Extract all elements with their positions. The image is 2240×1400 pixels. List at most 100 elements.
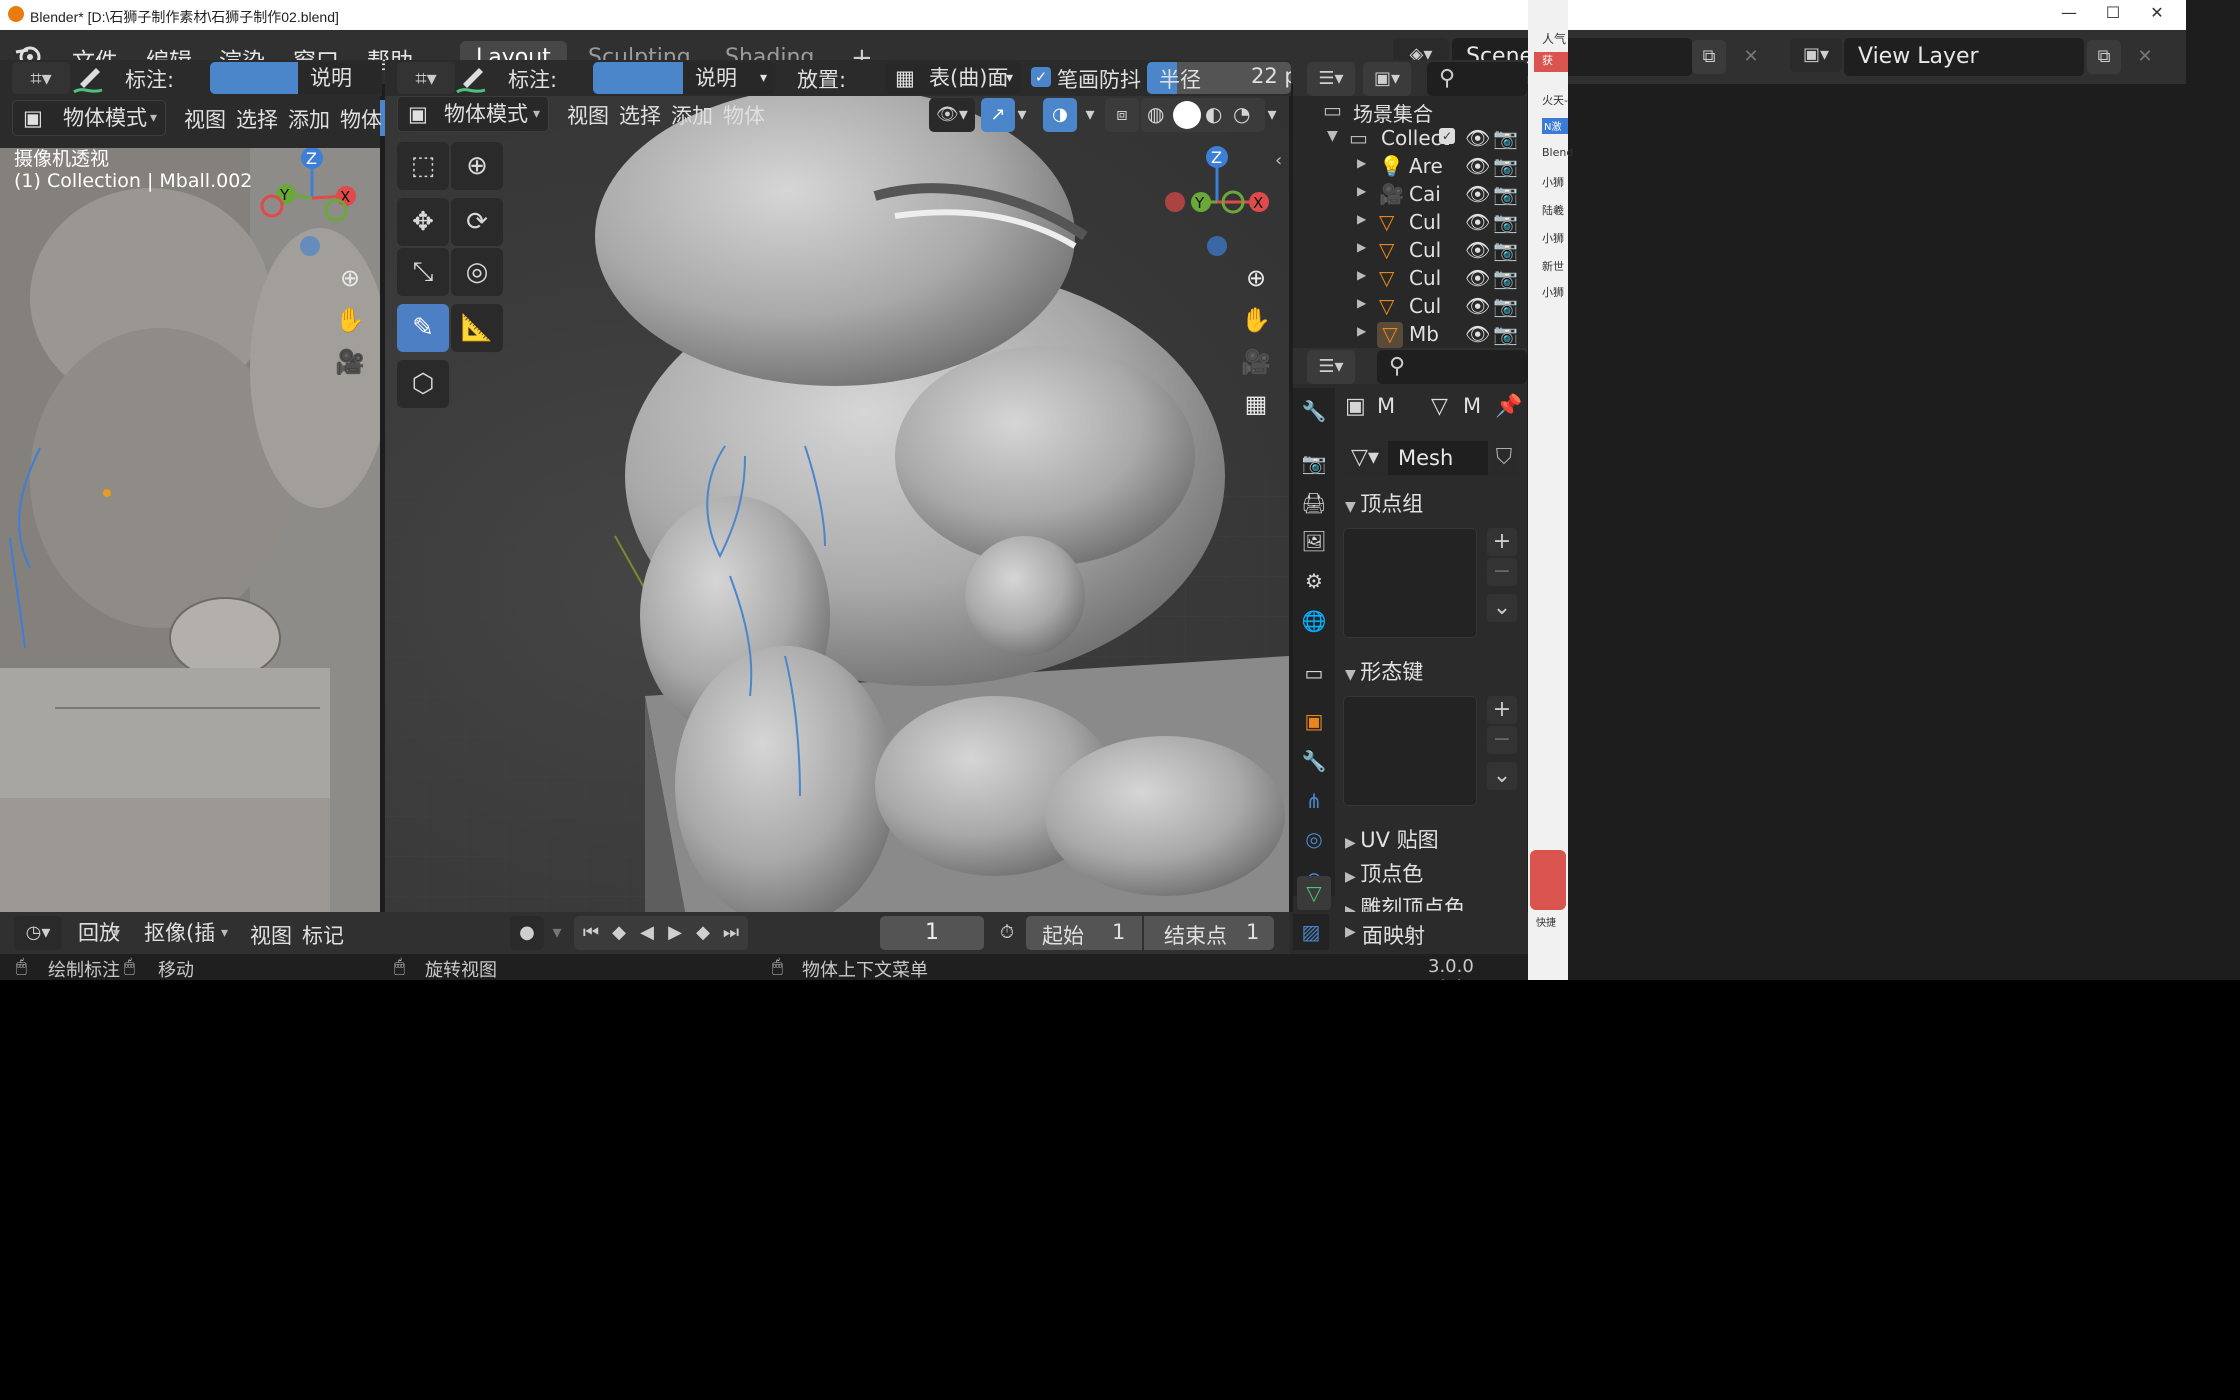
main-note-dropdown[interactable]: 说明 ▾ xyxy=(683,62,775,94)
main-mode-dropdown[interactable]: ▣ 物体模式 ▾ xyxy=(397,96,549,132)
render-icon[interactable]: 📷 xyxy=(1493,154,1518,178)
vertex-colors-section[interactable]: ▶ 顶点色 xyxy=(1345,858,1525,890)
main-menu-select[interactable]: 选择 xyxy=(619,100,661,130)
left-mode-dropdown[interactable]: ▣ 物体模式 ▾ xyxy=(12,100,166,136)
render-icon[interactable]: 📷 xyxy=(1493,238,1518,262)
visibility-icon[interactable]: 👁 xyxy=(1465,154,1490,178)
shape-key-list[interactable] xyxy=(1343,696,1477,806)
main-axis-gizmo[interactable]: Z Y X xyxy=(1159,142,1279,262)
expand-arrow-icon[interactable]: ▶ xyxy=(1357,324,1366,338)
frame-start-field[interactable]: 起始 1 xyxy=(1026,916,1142,950)
uv-maps-section[interactable]: ▶ UV 贴图 xyxy=(1345,824,1525,856)
add-shape-key-button[interactable]: + xyxy=(1487,696,1517,724)
scene-collection-row[interactable]: ▭ 场景集合 xyxy=(1293,98,1527,126)
solid-shading-icon[interactable] xyxy=(1173,101,1201,129)
overlay-dropdown-icon[interactable]: ▾ xyxy=(1073,98,1107,132)
render-icon[interactable]: 📷 xyxy=(1493,182,1518,206)
output-tab-icon[interactable]: 🖨 xyxy=(1297,486,1331,520)
vertex-group-menu-button[interactable]: ⌄ xyxy=(1487,594,1517,622)
close-button[interactable]: ✕ xyxy=(2137,3,2177,27)
camera-viewport[interactable]: 摄像机透视 (1) Collection | Mball.002 Z Y X ⊕… xyxy=(0,148,380,912)
expand-arrow-icon[interactable]: ▼ xyxy=(1327,128,1338,144)
maximize-button[interactable]: ☐ xyxy=(2093,3,2133,27)
timeline-editor-type-icon[interactable]: ◷▾ xyxy=(14,916,62,950)
render-icon[interactable]: 📷 xyxy=(1493,294,1518,318)
timeline-view-menu[interactable]: 视图 xyxy=(250,920,292,950)
main-menu-add[interactable]: 添加 xyxy=(671,100,713,130)
outliner-item-cube-3[interactable]: ▶ ▽ Cul 👁 📷 xyxy=(1293,266,1527,294)
add-vertex-group-button[interactable]: + xyxy=(1487,528,1517,556)
vertex-groups-section[interactable]: ▼ 顶点组 xyxy=(1345,488,1525,520)
mesh-name-field[interactable]: Mesh xyxy=(1388,441,1488,475)
shape-key-menu-button[interactable]: ⌄ xyxy=(1487,762,1517,790)
visibility-icon[interactable]: 👁 xyxy=(1465,182,1490,206)
left-annotate-color[interactable] xyxy=(210,62,298,94)
keying-dropdown-icon[interactable]: ▾ xyxy=(540,916,574,950)
collection-render-icon[interactable]: 📷 xyxy=(1493,126,1518,150)
frame-end-field[interactable]: 结束点 1 xyxy=(1144,916,1274,950)
main-pen-icon[interactable] xyxy=(453,60,489,96)
render-icon[interactable]: 📷 xyxy=(1493,322,1518,346)
face-maps-section[interactable]: 面映射 xyxy=(1362,920,1425,950)
left-zoom-icon[interactable]: ⊕ xyxy=(330,258,370,298)
gizmo-dropdown-icon[interactable]: ▾ xyxy=(1005,98,1039,132)
outliner-item-camera[interactable]: ▶ 🎥 Cai 👁 📷 xyxy=(1293,182,1527,210)
main-ortho-grid-icon[interactable]: ▦ xyxy=(1236,384,1276,424)
main-annotate-tool-icon[interactable]: ⌗▾ xyxy=(397,62,455,94)
view-layer-field[interactable]: View Layer xyxy=(1844,38,2084,76)
left-camera-icon[interactable]: 🎥 xyxy=(330,342,370,382)
properties-type-icon[interactable]: ☰▾ xyxy=(1307,350,1355,384)
main-menu-view[interactable]: 视图 xyxy=(567,100,609,130)
left-annotate-tool-icon[interactable]: ⌗▾ xyxy=(12,62,70,94)
surface-dropdown[interactable]: ▦ 表(曲)面 ▾ xyxy=(885,62,1021,94)
left-menu-add[interactable]: 添加 xyxy=(288,104,330,134)
main-zoom-icon[interactable]: ⊕ xyxy=(1236,258,1276,298)
expand-arrow-icon[interactable]: ▶ xyxy=(1357,240,1366,254)
modifier-tab-icon[interactable]: 🔧 xyxy=(1297,744,1331,778)
rotate-tool[interactable]: ⟳ xyxy=(451,198,503,246)
object-tab-icon[interactable]: ▣ xyxy=(1297,704,1331,738)
main-camera-icon[interactable]: 🎥 xyxy=(1236,342,1276,382)
scene-remove-icon[interactable]: ✕ xyxy=(1734,40,1768,74)
pin-icon[interactable]: 📌 xyxy=(1495,394,1522,419)
view-layer-copy-icon[interactable]: ⧉ xyxy=(2087,40,2121,74)
particles-tab-icon[interactable]: ⋔ xyxy=(1297,784,1331,818)
expand-arrow-icon[interactable]: ▶ xyxy=(1357,212,1366,226)
texture-tab-icon[interactable]: ▨ xyxy=(1293,914,1329,950)
add-cube-tool[interactable]: ⬡ xyxy=(397,360,449,408)
visibility-icon[interactable]: 👁 xyxy=(1465,266,1490,290)
scale-tool[interactable]: ⤡ xyxy=(397,248,449,296)
remove-shape-key-button[interactable]: − xyxy=(1487,726,1517,754)
visibility-icon[interactable]: 👁 xyxy=(1465,294,1490,318)
visibility-icon[interactable]: 👁 xyxy=(1465,210,1490,234)
view-layer-icon[interactable]: ▣▾ xyxy=(1790,38,1842,72)
tool-tab-icon[interactable]: 🔧 xyxy=(1297,394,1331,428)
strip-app-icon[interactable] xyxy=(1530,850,1566,910)
visibility-icon[interactable]: 👁 xyxy=(1465,238,1490,262)
sculpt-vertex-colors-section[interactable]: ▶ 雕刻顶点色 xyxy=(1345,892,1525,912)
visibility-toggle-icon[interactable]: 👁▾ xyxy=(929,98,975,132)
cursor-tool[interactable]: ⊕ xyxy=(451,142,503,190)
outliner-item-cube-1[interactable]: ▶ ▽ Cul 👁 📷 xyxy=(1293,210,1527,238)
expand-arrow-icon[interactable]: ▶ xyxy=(1357,296,1366,310)
outliner-item-cube-4[interactable]: ▶ ▽ Cul 👁 📷 xyxy=(1293,294,1527,322)
keying-menu[interactable]: 抠像(插帧)▾ xyxy=(132,916,236,979)
main-3d-viewport[interactable]: ⬚ ⊕ ✥ ⟳ ⤡ ◎ ✎ 📐 ⬡ ▣ 物体模式 ▾ 视图 选择 添加 物体 👁▾… xyxy=(385,96,1289,912)
move-tool[interactable]: ✥ xyxy=(397,198,449,246)
main-pan-icon[interactable]: ✋ xyxy=(1236,300,1276,340)
remove-vertex-group-button[interactable]: − xyxy=(1487,558,1517,586)
render-icon[interactable]: 📷 xyxy=(1493,266,1518,290)
rendered-shading-icon[interactable]: ◔ xyxy=(1233,102,1250,126)
jump-end-icon[interactable]: ⏭ xyxy=(714,916,748,950)
playback-menu[interactable]: 回放 ▾ xyxy=(66,916,128,952)
scene-tab-icon[interactable]: ⚙ xyxy=(1297,564,1331,598)
minimize-button[interactable]: — xyxy=(2049,3,2089,27)
left-menu-object[interactable]: 物体 xyxy=(340,104,382,134)
shape-keys-section[interactable]: ▼ 形态键 xyxy=(1345,656,1525,688)
left-pan-icon[interactable]: ✋ xyxy=(330,300,370,340)
outliner-item-cube-2[interactable]: ▶ ▽ Cul 👁 📷 xyxy=(1293,238,1527,266)
physics-tab-icon[interactable]: ◎ xyxy=(1297,822,1331,856)
collection-visibility-icon[interactable]: 👁 xyxy=(1465,126,1490,150)
render-icon[interactable]: 📷 xyxy=(1493,210,1518,234)
transform-tool[interactable]: ◎ xyxy=(451,248,503,296)
